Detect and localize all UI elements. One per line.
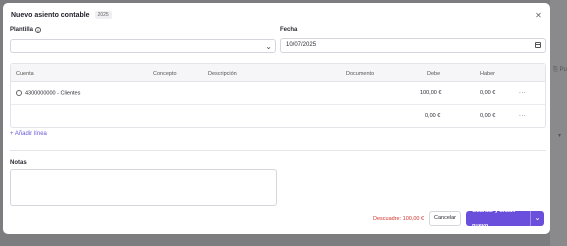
notes-textarea[interactable] — [10, 169, 277, 206]
header-debe: Debe — [427, 71, 441, 77]
background-chevron: ▾ — [558, 133, 562, 139]
notes-label: Notas — [10, 160, 27, 166]
year-badge: 2025 — [94, 11, 112, 19]
save-button-label: Guardar y añadir nuevo — [472, 207, 517, 229]
debit-cell[interactable]: 100,00 € — [420, 90, 441, 96]
calendar-icon[interactable] — [535, 42, 541, 48]
row-menu-icon[interactable]: ··· — [519, 113, 526, 119]
chevron-down-icon: ⌄ — [265, 42, 272, 51]
entry-lines-table: Cuenta Concepto Descripción Documento De… — [10, 63, 546, 128]
template-select[interactable]: ⌄ — [10, 39, 276, 53]
modal-title: Nuevo asiento contable — [11, 11, 90, 19]
credit-cell[interactable]: 0,00 € — [480, 90, 495, 96]
table-header: Cuenta Concepto Descripción Documento De… — [11, 64, 545, 82]
table-row[interactable]: 0,00 € 0,00 € ··· — [11, 105, 545, 128]
divider — [10, 150, 546, 151]
info-icon[interactable]: i — [35, 27, 42, 33]
header-documento: Documento — [346, 71, 375, 77]
header-descripcion: Descripción — [208, 71, 237, 77]
date-label-text: Fecha — [280, 27, 298, 33]
background-fragment: ⎘ Pu — [553, 67, 567, 73]
header-haber: Haber — [480, 71, 495, 77]
date-input[interactable]: 10/07/2025 — [280, 38, 546, 53]
template-label: Plantilla i — [10, 27, 42, 33]
cancel-button[interactable]: Cancelar — [429, 211, 461, 226]
save-and-add-new-button[interactable]: Guardar y añadir nuevo ⌄ — [466, 208, 544, 229]
header-cuenta: Cuenta — [16, 71, 34, 77]
template-label-text: Plantilla — [10, 27, 34, 33]
table-row[interactable]: 4300000000 - Clientes 100,00 € 0,00 € ··… — [11, 82, 545, 105]
add-line-button[interactable]: + Añadir línea — [10, 131, 47, 137]
info-circle-icon — [16, 89, 22, 96]
account-value: 4300000000 - Clientes — [25, 90, 81, 97]
imbalance-warning: Descuadre: 100,00 € — [373, 216, 425, 222]
journal-entry-modal: Nuevo asiento contable 2025 ✕ Plantilla … — [3, 3, 550, 234]
chevron-down-icon[interactable]: ⌄ — [531, 211, 544, 226]
row-menu-icon[interactable]: ··· — [519, 90, 526, 96]
close-icon[interactable]: ✕ — [534, 11, 543, 20]
account-cell[interactable]: 4300000000 - Clientes — [16, 89, 81, 97]
background-page: ⎘ Pu ▾ — [550, 0, 567, 246]
date-value: 10/07/2025 — [286, 42, 317, 48]
modal-header: Nuevo asiento contable 2025 — [11, 11, 112, 19]
credit-cell[interactable]: 0,00 € — [480, 113, 495, 119]
date-label: Fecha — [280, 27, 297, 33]
header-concepto: Concepto — [153, 71, 177, 77]
debit-cell[interactable]: 0,00 € — [425, 113, 440, 119]
